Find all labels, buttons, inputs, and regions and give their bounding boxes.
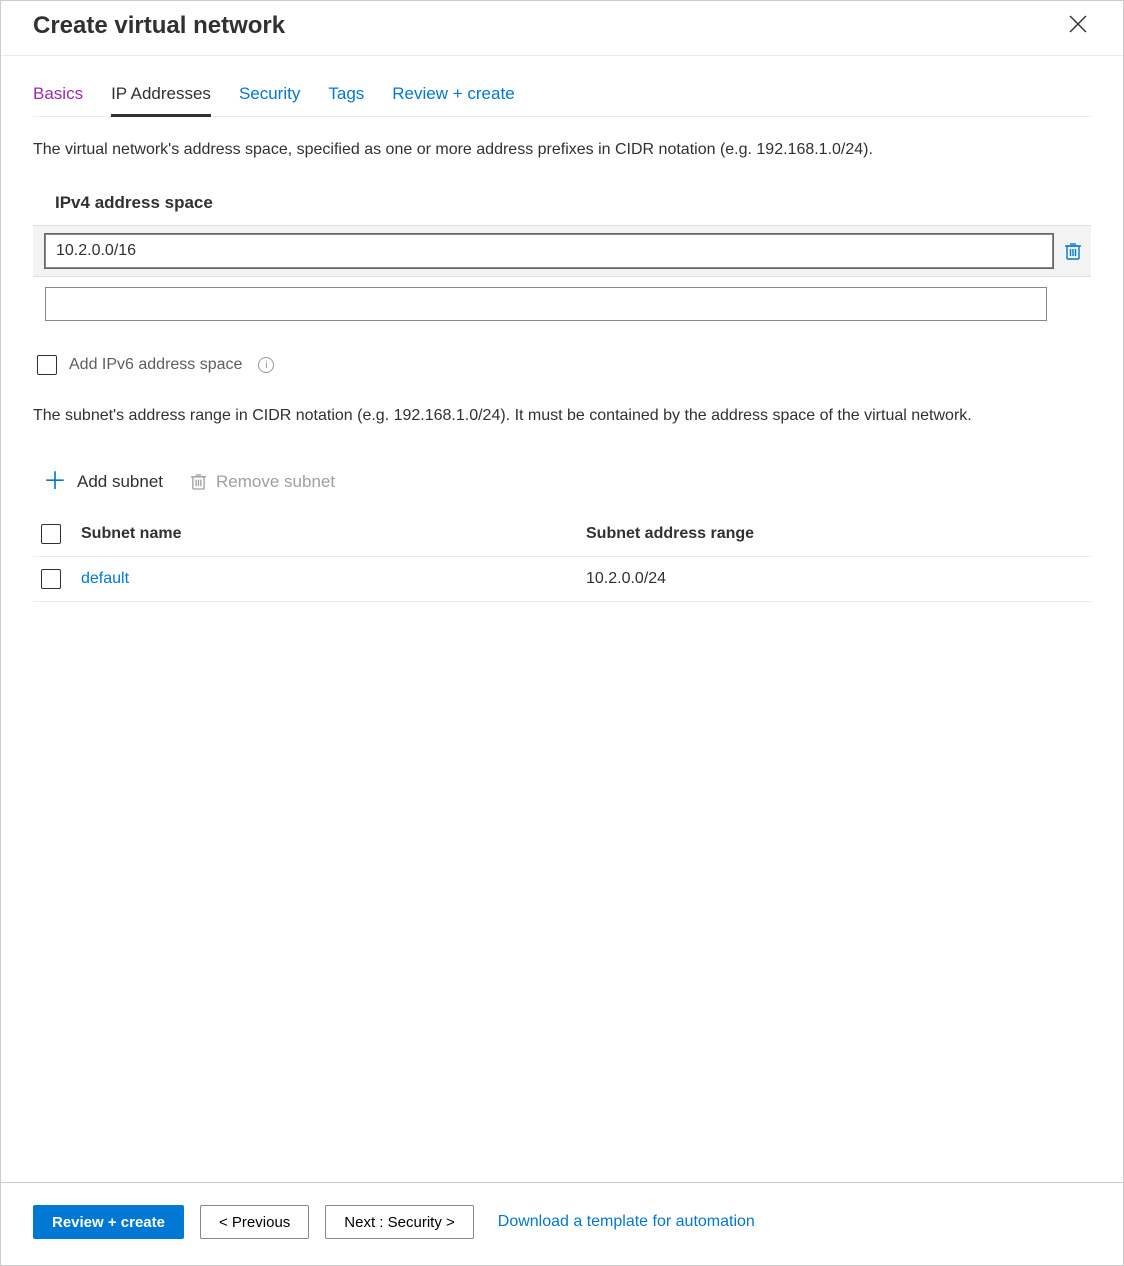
next-button[interactable]: Next : Security >	[325, 1205, 473, 1239]
previous-button[interactable]: < Previous	[200, 1205, 309, 1239]
download-template-link[interactable]: Download a template for automation	[498, 1213, 755, 1231]
col-subnet-range: Subnet address range	[586, 525, 1091, 543]
add-subnet-label: Add subnet	[77, 472, 163, 492]
ipv6-checkbox-label: Add IPv6 address space	[69, 356, 242, 374]
table-row: default 10.2.0.0/24	[33, 557, 1091, 602]
ipv6-checkbox-row: Add IPv6 address space i	[37, 355, 1091, 375]
address-space-description: The virtual network's address space, spe…	[33, 139, 1091, 161]
address-input-empty[interactable]	[45, 287, 1047, 321]
panel-content: Basics IP Addresses Security Tags Review…	[1, 56, 1123, 1182]
col-subnet-name: Subnet name	[81, 525, 586, 543]
ipv4-label: IPv4 address space	[55, 193, 1091, 213]
subnet-description: The subnet's address range in CIDR notat…	[33, 405, 1091, 427]
close-icon[interactable]	[1065, 11, 1091, 41]
tab-tags[interactable]: Tags	[328, 84, 364, 116]
review-create-button[interactable]: Review + create	[33, 1205, 184, 1239]
address-input-0[interactable]	[45, 234, 1053, 268]
delete-icon[interactable]	[1063, 240, 1083, 262]
create-vnet-panel: Create virtual network Basics IP Address…	[0, 0, 1124, 1266]
info-icon[interactable]: i	[258, 357, 274, 373]
add-subnet-button[interactable]: ＋ Add subnet	[43, 470, 163, 494]
ipv6-checkbox[interactable]	[37, 355, 57, 375]
select-all-checkbox[interactable]	[41, 524, 61, 544]
tab-review-create[interactable]: Review + create	[392, 84, 514, 116]
subnet-table: Subnet name Subnet address range default…	[33, 512, 1091, 602]
tab-ip-addresses[interactable]: IP Addresses	[111, 84, 211, 117]
subnet-table-header: Subnet name Subnet address range	[33, 512, 1091, 557]
address-space-block	[33, 225, 1091, 277]
tab-security[interactable]: Security	[239, 84, 300, 116]
subnet-name-link[interactable]: default	[81, 570, 129, 587]
tab-basics[interactable]: Basics	[33, 84, 83, 116]
row-checkbox[interactable]	[41, 569, 61, 589]
address-row-0	[45, 234, 1083, 268]
panel-footer: Review + create < Previous Next : Securi…	[1, 1182, 1123, 1265]
tab-bar: Basics IP Addresses Security Tags Review…	[33, 84, 1091, 117]
subnet-range-cell: 10.2.0.0/24	[586, 570, 1091, 588]
trash-icon	[191, 473, 206, 490]
subnet-toolbar: ＋ Add subnet Remove subnet	[43, 470, 1091, 494]
plus-icon: ＋	[43, 470, 67, 494]
remove-subnet-label: Remove subnet	[216, 472, 335, 492]
remove-subnet-button: Remove subnet	[191, 472, 335, 492]
panel-header: Create virtual network	[1, 1, 1123, 56]
page-title: Create virtual network	[33, 12, 285, 40]
